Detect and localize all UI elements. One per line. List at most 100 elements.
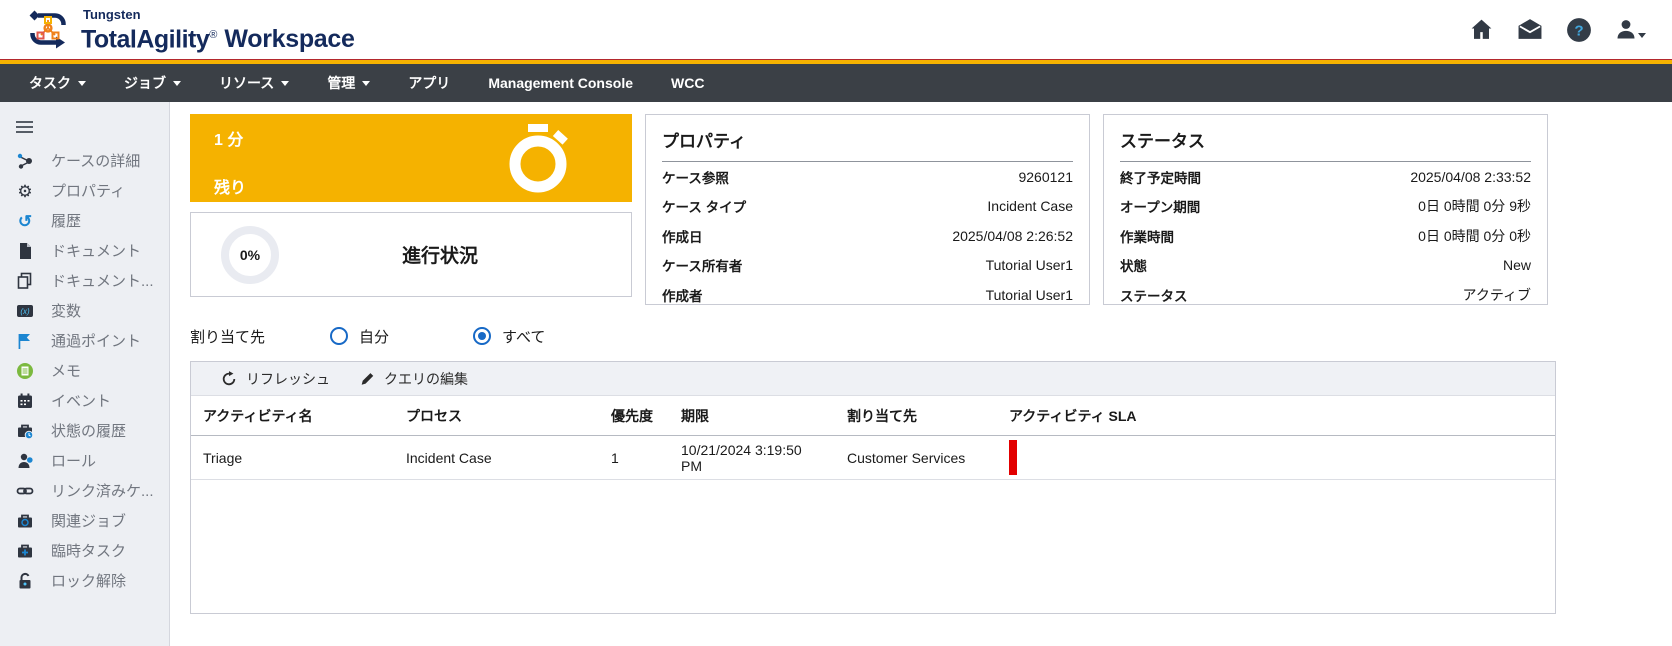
activity-row-triage[interactable]: Triage Incident Case 1 10/21/2024 3:19:5… (191, 436, 1555, 480)
radio-checked-icon (473, 327, 491, 345)
main-nav: タスク ジョブ リソース 管理 アプリ Management Console W… (0, 64, 1672, 102)
cell-activity-name: Triage (191, 436, 394, 480)
status-panel-title: ステータス (1120, 124, 1531, 162)
sla-red-indicator (1009, 440, 1017, 475)
sidebar-item-adhoc-tasks[interactable]: 臨時タスク (0, 536, 169, 566)
brand-product: TotalAgility®Workspace (81, 22, 355, 52)
nav-apps[interactable]: アプリ (389, 64, 469, 102)
case-details-icon (16, 152, 34, 170)
property-row: ケース タイプIncident Case (662, 192, 1073, 222)
nav-resources[interactable]: リソース (200, 64, 308, 102)
chevron-down-icon (78, 81, 86, 86)
chevron-down-icon (281, 81, 289, 86)
properties-icon: ⚙ (16, 182, 34, 200)
col-process[interactable]: プロセス (394, 396, 599, 436)
unlock-icon (16, 572, 34, 590)
document-icon (16, 242, 34, 260)
refresh-icon (221, 371, 237, 387)
activity-table-toolbar: リフレッシュ クエリの編集 (191, 362, 1555, 396)
nav-management-console[interactable]: Management Console (469, 64, 652, 102)
home-icon[interactable] (1469, 17, 1494, 42)
cell-activity-sla (997, 436, 1555, 480)
user-menu-icon[interactable] (1614, 17, 1646, 42)
nav-jobs[interactable]: ジョブ (105, 64, 200, 102)
sidebar-item-associated-jobs[interactable]: 関連ジョブ (0, 506, 169, 536)
help-icon[interactable]: ? (1566, 17, 1592, 43)
refresh-button[interactable]: リフレッシュ (221, 369, 330, 389)
brand-tungsten: Tungsten (83, 7, 355, 22)
property-row: ケース参照9260121 (662, 162, 1073, 192)
progress-label: 進行状況 (279, 241, 601, 268)
svg-text:?: ? (1574, 22, 1583, 39)
status-row: ステータスアクティブ (1120, 280, 1531, 310)
sidebar-collapse-button[interactable] (0, 108, 169, 146)
sidebar-item-documents[interactable]: ドキュメント (0, 236, 169, 266)
brand-logo[interactable]: Tungsten TotalAgility®Workspace (24, 7, 355, 52)
mail-icon[interactable] (1516, 17, 1544, 42)
progress-donut: 0% (221, 226, 279, 284)
property-row: ケース所有者Tutorial User1 (662, 251, 1073, 281)
case-main-content: 1 分 残り 0% 進行状況 プロパティ ケース参照9260121 ケース タイ… (170, 102, 1672, 646)
activity-table-card: リフレッシュ クエリの編集 アクティビティ名 プロセス 優先度 期限 割り当て先 (190, 361, 1556, 614)
cell-process: Incident Case (394, 436, 599, 480)
properties-panel: プロパティ ケース参照9260121 ケース タイプIncident Case … (645, 114, 1090, 305)
sidebar-item-document-sets[interactable]: ドキュメント... (0, 266, 169, 296)
assign-filter-label: 割り当て先 (190, 326, 330, 347)
svg-text:(x): (x) (20, 307, 30, 316)
sidebar-item-roles[interactable]: ロール (0, 446, 169, 476)
sidebar-item-case-details[interactable]: ケースの詳細 (0, 146, 169, 176)
sidebar-item-properties[interactable]: ⚙ プロパティ (0, 176, 169, 206)
edit-query-button[interactable]: クエリの編集 (360, 369, 468, 389)
progress-card: 0% 進行状況 (190, 212, 632, 297)
status-row: オープン期間0日 0時間 0分 9秒 (1120, 192, 1531, 222)
sidebar-item-state-history[interactable]: 状態の履歴 (0, 416, 169, 446)
col-assigned-to[interactable]: 割り当て先 (835, 396, 997, 436)
status-row: 終了予定時間2025/04/08 2:33:52 (1120, 162, 1531, 192)
radio-assigned-to-all[interactable]: すべて (473, 326, 616, 347)
sidebar-item-linked-cases[interactable]: リンク済みケ... (0, 476, 169, 506)
sidebar-item-unlock[interactable]: ロック解除 (0, 566, 169, 596)
nav-wcc[interactable]: WCC (652, 64, 723, 102)
sidebar-item-variables[interactable]: (x) 変数 (0, 296, 169, 326)
sidebar-item-notes[interactable]: メモ (0, 356, 169, 386)
chevron-down-icon (362, 81, 370, 86)
sidebar-item-events[interactable]: イベント (0, 386, 169, 416)
notes-icon (16, 362, 34, 380)
property-row: 作成者Tutorial User1 (662, 280, 1073, 310)
nav-tasks[interactable]: タスク (10, 64, 105, 102)
activity-table-header-row: アクティビティ名 プロセス 優先度 期限 割り当て先 アクティビティ SLA (191, 396, 1555, 436)
variables-icon: (x) (16, 302, 34, 320)
activity-table: アクティビティ名 プロセス 優先度 期限 割り当て先 アクティビティ SLA T… (191, 396, 1555, 480)
property-row: 作成日2025/04/08 2:26:52 (662, 221, 1073, 251)
nav-admin[interactable]: 管理 (308, 64, 389, 102)
assign-filter-row: 割り当て先 自分 すべて (190, 323, 1672, 349)
cell-assigned-to: Customer Services (835, 436, 997, 480)
app-header: Tungsten TotalAgility®Workspace ? (0, 0, 1672, 59)
chevron-down-icon (1638, 33, 1646, 38)
sla-time-card: 1 分 残り (190, 114, 632, 202)
stopwatch-icon (502, 122, 574, 194)
col-activity-sla[interactable]: アクティビティ SLA (997, 396, 1555, 436)
milestones-icon (16, 332, 34, 350)
col-activity-name[interactable]: アクティビティ名 (191, 396, 394, 436)
col-priority[interactable]: 優先度 (599, 396, 669, 436)
status-row: 作業時間0日 0時間 0分 0秒 (1120, 221, 1531, 251)
col-due-date[interactable]: 期限 (669, 396, 835, 436)
state-history-icon (16, 422, 34, 440)
status-row: 状態New (1120, 251, 1531, 281)
history-icon: ↺ (16, 212, 34, 230)
events-icon (16, 392, 34, 410)
cell-priority: 1 (599, 436, 669, 480)
sidebar-item-history[interactable]: ↺ 履歴 (0, 206, 169, 236)
linked-cases-icon (16, 482, 34, 500)
pencil-icon (360, 371, 375, 386)
status-panel: ステータス 終了予定時間2025/04/08 2:33:52 オープン期間0日 … (1103, 114, 1548, 305)
properties-panel-title: プロパティ (662, 124, 1073, 162)
sidebar-item-milestones[interactable]: 通過ポイント (0, 326, 169, 356)
chevron-down-icon (173, 81, 181, 86)
adhoc-tasks-icon (16, 542, 34, 560)
case-sidebar: ケースの詳細 ⚙ プロパティ ↺ 履歴 ドキュメント ドキュメント... (x)… (0, 102, 170, 646)
radio-icon (330, 327, 348, 345)
radio-assigned-to-me[interactable]: 自分 (330, 326, 473, 347)
associated-jobs-icon (16, 512, 34, 530)
